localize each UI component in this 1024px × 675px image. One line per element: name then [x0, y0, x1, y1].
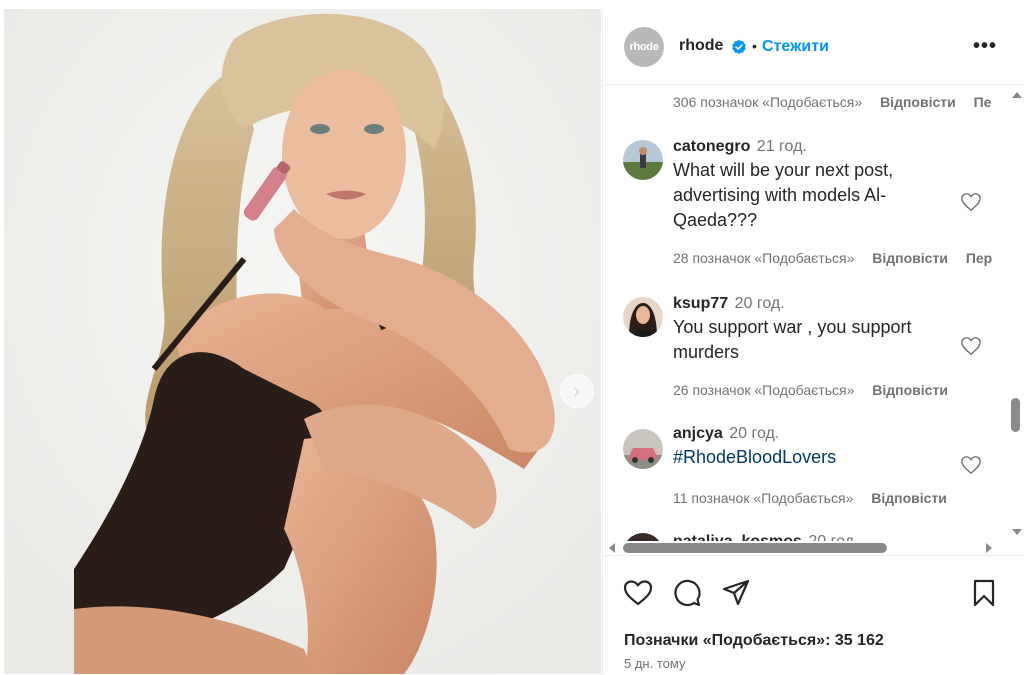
vertical-scrollbar[interactable]	[1009, 86, 1023, 541]
comment-time[interactable]: 20 год.	[735, 295, 785, 312]
comment-username[interactable]: anjcya	[673, 425, 723, 442]
account-username[interactable]: rhode	[679, 37, 723, 55]
follow-button[interactable]: Стежити	[762, 38, 829, 56]
avatar-image	[623, 429, 663, 469]
scrollbar-thumb[interactable]	[623, 543, 887, 553]
comment-meta-row: 11 позначок «Подобається» Відповісти	[673, 490, 961, 506]
post-sidebar: rhode rhode • Стежити ••• 306 позначок «…	[602, 9, 1023, 674]
comment-username[interactable]: nataliya_kosmos	[673, 533, 802, 541]
post-header: rhode rhode • Стежити •••	[603, 9, 1023, 85]
comment-username[interactable]: catonegro	[673, 138, 750, 155]
scrollbar-thumb[interactable]	[1011, 398, 1020, 432]
scroll-down-arrow-icon[interactable]	[1012, 529, 1022, 535]
avatar-image	[623, 533, 663, 541]
model-photo-illustration	[4, 9, 601, 674]
commenter-avatar[interactable]	[623, 533, 663, 541]
next-photo-button[interactable]: ›	[560, 374, 594, 408]
avatar-image	[623, 297, 663, 337]
reply-button[interactable]: Відповісти	[880, 94, 956, 110]
comment-like-count[interactable]: 28 позначок «Подобається»	[673, 250, 854, 266]
comment-like-count[interactable]: 306 позначок «Подобається»	[673, 94, 862, 110]
account-avatar[interactable]: rhode	[624, 27, 664, 67]
scroll-left-arrow-icon[interactable]	[609, 543, 615, 553]
post-timestamp[interactable]: 5 дн. тому	[624, 656, 685, 671]
comment-time[interactable]: 21 год.	[757, 138, 807, 155]
see-translation-link[interactable]: Пе	[974, 94, 992, 110]
chevron-right-icon: ›	[573, 379, 581, 403]
reply-button[interactable]: Відповісти	[872, 250, 948, 266]
comment-like-heart-icon[interactable]	[960, 455, 982, 475]
comments-list[interactable]: 306 позначок «Подобається» Відповісти Пе…	[603, 86, 1009, 541]
horizontal-scrollbar[interactable]	[603, 541, 1009, 555]
comment-like-count[interactable]: 11 позначок «Подобається»	[673, 490, 853, 506]
comment-like-heart-icon[interactable]	[960, 336, 982, 356]
comment-like-heart-icon[interactable]	[960, 192, 982, 212]
comment-meta-row: 28 позначок «Подобається» Відповісти Пер	[673, 250, 1006, 266]
commenter-avatar[interactable]	[623, 140, 663, 180]
comment-time[interactable]: 20 год.	[729, 425, 779, 442]
bookmark-icon[interactable]	[969, 578, 999, 608]
hashtag-link[interactable]: #RhodeBloodLovers	[673, 445, 943, 470]
comment-icon[interactable]	[672, 578, 702, 608]
reply-button[interactable]: Відповісти	[872, 382, 948, 398]
separator-dot: •	[752, 38, 757, 54]
comment-time[interactable]: 20 год.	[808, 533, 858, 541]
avatar-label: rhode	[629, 41, 659, 53]
avatar-image	[623, 140, 663, 180]
commenter-avatar[interactable]	[623, 429, 663, 469]
post-likes-count[interactable]: Позначки «Подобається»: 35 162	[624, 632, 884, 650]
post-actions: Позначки «Подобається»: 35 162 5 дн. том…	[603, 555, 1023, 674]
comment-text: You support war , you support murders	[673, 317, 912, 362]
more-options-button[interactable]: •••	[973, 35, 997, 58]
scroll-up-arrow-icon[interactable]	[1012, 92, 1022, 98]
comment-meta-row: 26 позначок «Подобається» Відповісти	[673, 382, 962, 398]
comment-like-count[interactable]: 26 позначок «Подобається»	[673, 382, 854, 398]
comment-meta-row: 306 позначок «Подобається» Відповісти Пе	[673, 94, 1005, 110]
send-icon[interactable]	[721, 578, 751, 608]
comment-username[interactable]: ksup77	[673, 295, 728, 312]
comment-text: What will be your next post, advertising…	[673, 160, 894, 230]
scroll-right-arrow-icon[interactable]	[986, 543, 992, 553]
verified-badge-icon	[732, 39, 746, 54]
instagram-post-view: › rhode rhode • Стежити ••• 306 позначок…	[0, 0, 1024, 675]
heart-icon[interactable]	[623, 578, 653, 608]
reply-button[interactable]: Відповісти	[871, 490, 947, 506]
post-photo[interactable]: ›	[4, 9, 601, 674]
see-translation-link[interactable]: Пер	[966, 250, 992, 266]
commenter-avatar[interactable]	[623, 297, 663, 337]
